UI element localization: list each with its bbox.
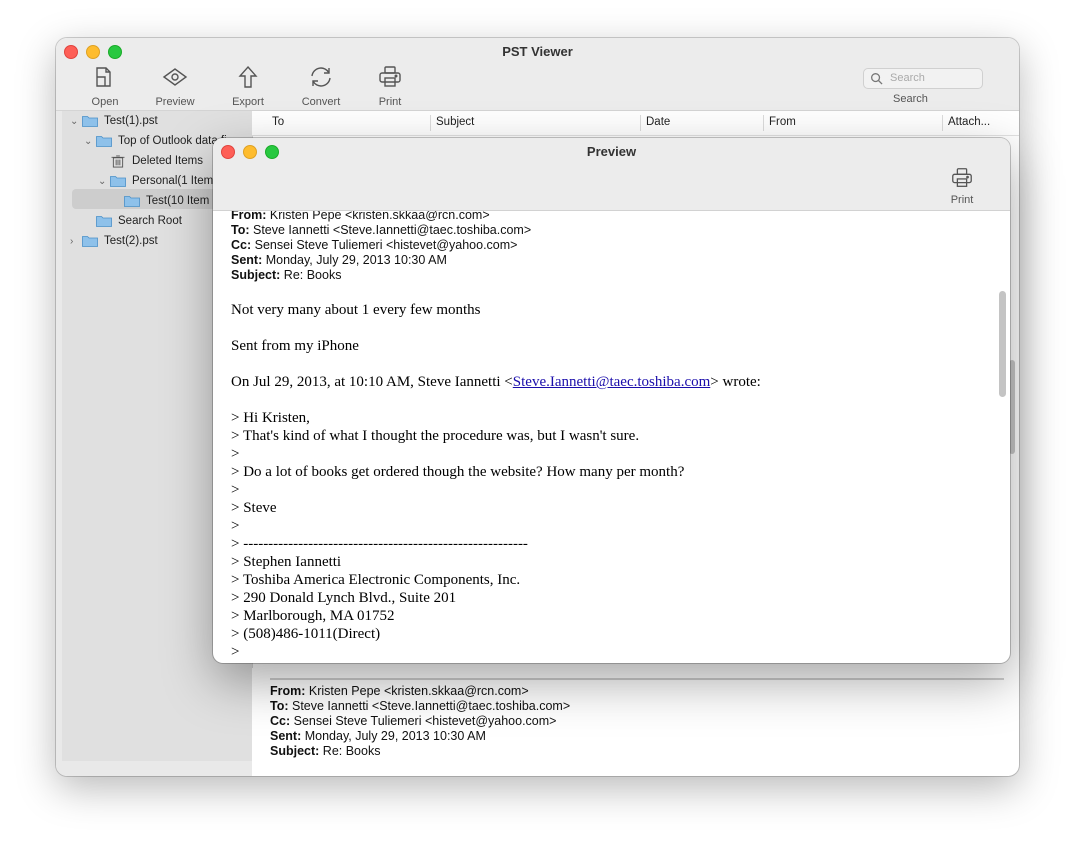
folder-icon [82,116,98,127]
search-field[interactable]: Search [863,68,983,89]
tree-item-test1[interactable]: ⌄ Test(1).pst [70,111,158,131]
preview-print-button[interactable]: Print [943,166,981,206]
window-title: PST Viewer [502,44,573,59]
quoted-line: > (508)486-1011(Direct) [231,626,381,642]
sent-value: Monday, July 29, 2013 10:30 AM [304,729,486,743]
tree-item-label: Search Root [118,215,182,227]
to-value: Steve Iannetti <Steve.Iannetti@taec.tosh… [292,699,571,713]
tree-item-label: Deleted Items [132,155,203,167]
column-divider [430,115,431,131]
open-button[interactable]: Open [75,64,135,108]
body-line: Not very many about 1 every few months [231,302,481,318]
chevron-right-icon[interactable]: › [70,236,82,247]
folder-icon [110,176,126,187]
folder-icon [96,216,112,227]
quoted-line: > [231,644,240,660]
column-from[interactable]: From [769,116,796,128]
column-divider [942,115,943,131]
tree-item-label: Personal(1 Item [132,175,214,187]
open-label: Open [91,96,119,108]
quoted-line: > [231,446,240,462]
from-value: Kristen Pepe <kristen.skkaa@rcn.com> [269,211,490,222]
message-list-header: To Subject Date From Attach... [252,111,1019,136]
tree-item-label: Test(2).pst [104,235,158,247]
quoted-line: > [231,518,240,534]
tree-item-top-of-outlook[interactable]: ⌄ Top of Outlook data fi [84,131,227,151]
search-label: Search [893,93,928,105]
bottom-email-header: From: Kristen Pepe <kristen.skkaa@rcn.co… [270,684,571,758]
tree-item-test10[interactable]: Test(10 Item [124,191,209,211]
tree-item-personal[interactable]: ⌄ Personal(1 Item [98,171,213,191]
preview-label: Preview [155,96,195,108]
tree-item-test2[interactable]: › Test(2).pst [70,231,158,251]
quoted-line: > [231,482,240,498]
quoted-line: > That's kind of what I thought the proc… [231,428,640,444]
trash-icon [111,154,125,168]
main-titlebar: PST Viewer Open Preview Export Convert P… [56,38,1019,111]
cc-value: Sensei Steve Tuliemeri <histevet@yahoo.c… [254,238,518,252]
quoted-line: > Toshiba America Electronic Components,… [231,572,521,588]
from-value: Kristen Pepe <kristen.skkaa@rcn.com> [308,684,529,698]
quoted-line: > Steve [231,500,277,516]
bottom-preview-pane: From: Kristen Pepe <kristen.skkaa@rcn.co… [252,668,1009,776]
column-subject[interactable]: Subject [436,116,474,128]
tree-item-search-root[interactable]: Search Root [96,211,182,231]
tree-item-label: Top of Outlook data fi [118,135,227,147]
quoted-line: > 290 Donald Lynch Blvd., Suite 201 [231,590,457,606]
to-value: Steve Iannetti <Steve.Iannetti@taec.tosh… [253,223,532,237]
quoted-line: > --------------------------------------… [231,536,528,552]
export-label: Export [232,96,264,108]
print-button[interactable]: Print [360,64,420,108]
tree-item-label: Test(1).pst [104,115,158,127]
tree-item-deleted-items[interactable]: Deleted Items [110,151,203,171]
search-icon [871,73,883,85]
column-to[interactable]: To [272,116,284,128]
quoted-line: > Stephen Iannetti [231,554,342,570]
preview-titlebar: Preview Print [213,138,1010,211]
folder-icon [82,236,98,247]
quote-attribution: On Jul 29, 2013, at 10:10 AM, Steve Iann… [231,374,761,390]
divider [270,678,1004,680]
subject-value: Re: Books [283,268,342,282]
convert-button[interactable]: Convert [291,64,351,108]
print-label: Print [378,96,402,108]
preview-title: Preview [586,144,637,159]
export-arrow-icon [238,65,258,88]
folder-icon [96,136,112,147]
preview-message-body: From: Kristen Pepe <kristen.skkaa@rcn.co… [213,211,998,663]
convert-label: Convert [301,96,341,108]
column-divider [763,115,764,131]
export-button[interactable]: Export [218,64,278,108]
search-placeholder: Search [890,72,925,84]
quoted-line: > Hi Kristen, [231,410,310,426]
subject-value: Re: Books [322,744,381,758]
column-attachments[interactable]: Attach... [948,116,990,128]
preview-email-header: From: Kristen Pepe <kristen.skkaa@rcn.co… [231,211,531,283]
quoted-text: > Hi Kristen, > That's kind of what I th… [231,409,684,661]
quoted-line: > Marlborough, MA 01752 [231,608,395,624]
quoted-line: > Do a lot of books get ordered though t… [231,464,685,480]
email-link[interactable]: Steve.Iannetti@taec.toshiba.com [513,374,711,390]
cc-value: Sensei Steve Tuliemeri <histevet@yahoo.c… [293,714,557,728]
printer-icon [379,66,401,87]
chevron-down-icon[interactable]: ⌄ [98,176,110,187]
folder-icon [124,196,140,207]
chevron-down-icon[interactable]: ⌄ [84,136,96,147]
eye-icon [162,68,188,86]
open-file-icon [96,67,111,87]
preview-window: Preview Print From: Kristen Pepe <kriste… [213,138,1010,663]
column-divider [640,115,641,131]
printer-icon [952,168,972,187]
preview-scrollbar[interactable] [999,291,1006,397]
body-line: Sent from my iPhone [231,338,359,354]
preview-print-label: Print [950,194,974,206]
tree-item-label: Test(10 Item [146,195,210,207]
preview-button[interactable]: Preview [145,64,205,108]
convert-arrows-icon [311,67,331,87]
chevron-down-icon[interactable]: ⌄ [70,116,82,127]
sent-value: Monday, July 29, 2013 10:30 AM [265,253,447,267]
column-date[interactable]: Date [646,116,670,128]
